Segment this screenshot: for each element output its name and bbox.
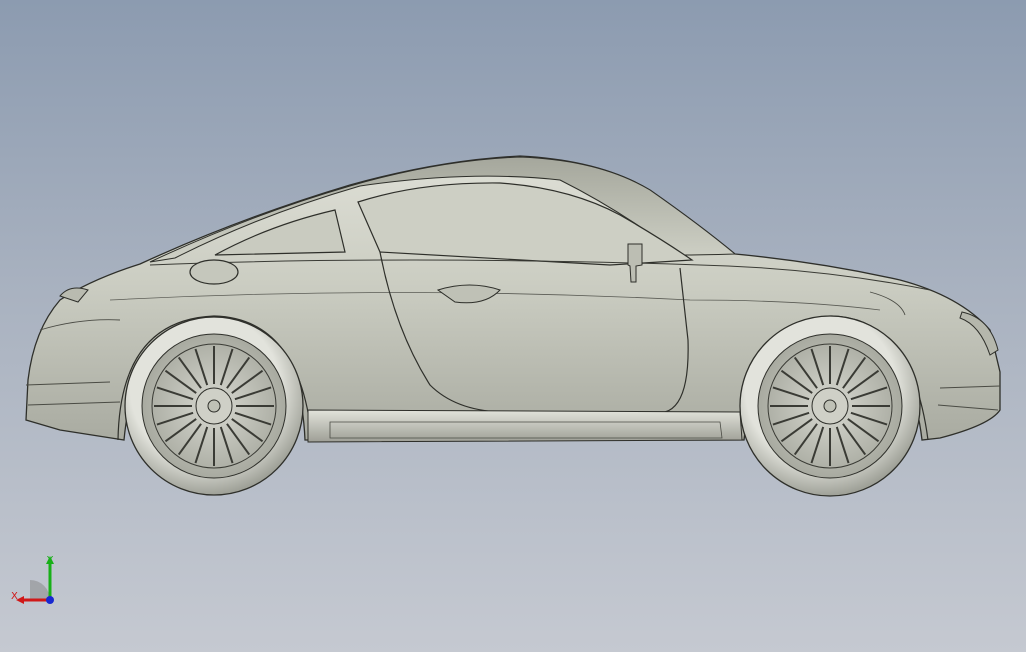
- front-wheel: [739, 315, 921, 497]
- rear-wheel: [124, 316, 304, 496]
- z-axis-dot: [46, 596, 54, 604]
- coordinate-triad: Y X: [11, 555, 54, 604]
- x-axis-label: X: [11, 591, 18, 602]
- graphics-viewport[interactable]: Y X: [0, 0, 1026, 652]
- car-model[interactable]: [0, 0, 1026, 652]
- fuel-cap: [189, 259, 239, 285]
- y-axis-label: Y: [46, 555, 54, 566]
- side-sill: [307, 409, 743, 443]
